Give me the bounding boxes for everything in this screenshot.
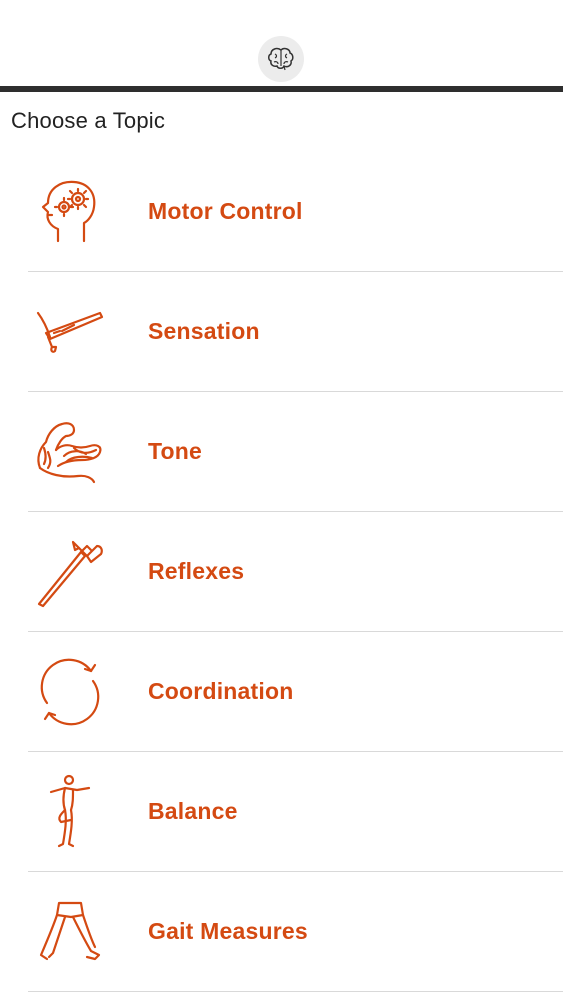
reflex-hammer-icon xyxy=(30,532,110,612)
flexed-arm-icon xyxy=(30,412,110,492)
app-header xyxy=(0,0,563,92)
topic-motor-control[interactable]: Motor Control xyxy=(0,152,563,272)
sensory-tool-icon xyxy=(30,292,110,372)
walking-legs-icon xyxy=(30,892,110,972)
topic-label: Sensation xyxy=(148,318,260,344)
topic-label: Reflexes xyxy=(148,558,245,584)
topic-reflexes[interactable]: Reflexes xyxy=(0,512,563,632)
topic-label: Tone xyxy=(148,438,203,464)
topic-tone[interactable]: Tone xyxy=(0,392,563,512)
topic-list: Motor Control Sensation Tone Reflexes Co… xyxy=(0,152,563,992)
topic-gait-measures[interactable]: Gait Measures xyxy=(0,872,563,992)
topic-label: Balance xyxy=(148,798,238,824)
brain-logo-button[interactable] xyxy=(258,36,304,82)
topic-coordination[interactable]: Coordination xyxy=(0,632,563,752)
row-divider xyxy=(28,991,563,992)
topic-label: Gait Measures xyxy=(148,918,308,944)
head-gears-icon xyxy=(30,172,110,252)
circular-arrows-icon xyxy=(30,652,110,732)
topic-sensation[interactable]: Sensation xyxy=(0,272,563,392)
brain-icon xyxy=(268,47,294,71)
header-divider xyxy=(0,86,563,92)
topic-label: Motor Control xyxy=(148,198,303,224)
page-title: Choose a Topic xyxy=(11,108,166,133)
one-leg-stand-icon xyxy=(30,772,110,852)
topic-label: Coordination xyxy=(148,678,294,704)
topic-balance[interactable]: Balance xyxy=(0,752,563,872)
